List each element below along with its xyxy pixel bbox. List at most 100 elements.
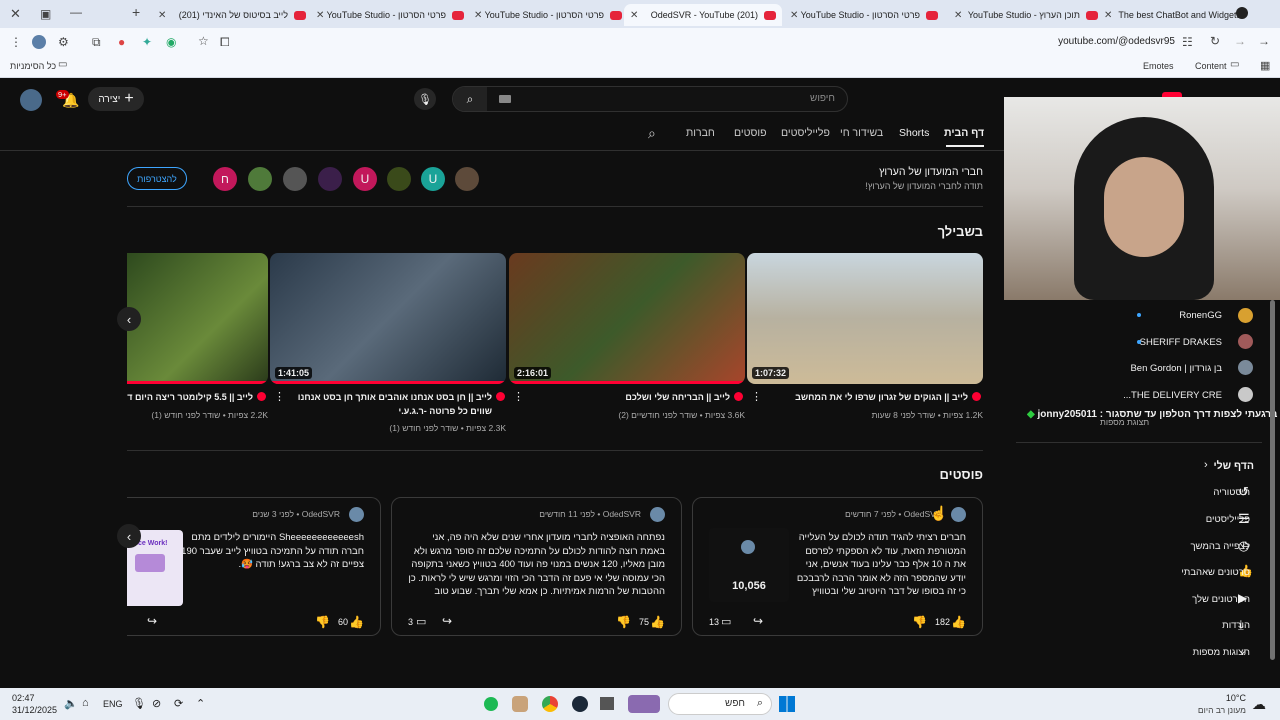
close-tab-icon[interactable]: ✕ [316,10,324,21]
author-avatar[interactable] [349,507,364,522]
windows-start-icon[interactable] [779,696,795,712]
video-thumbnail[interactable]: 2:16:01 [509,253,745,384]
keyboard-icon[interactable] [499,95,511,103]
dislike-icon[interactable]: 👎 [616,615,631,629]
spotify-icon[interactable] [484,697,498,711]
tab-memberships[interactable]: חברות [686,127,715,139]
comment-icon[interactable]: ▭ [721,615,731,628]
comment-icon[interactable]: ▭ [416,615,426,628]
tab-5[interactable]: תוכן הערוץ - YouTube Studio ✕ [952,4,1098,26]
sidebar-item-watch-later[interactable]: לצפייה בהמשך [1190,541,1250,552]
video-thumbnail[interactable]: 1:41:05 [270,253,506,384]
site-settings-icon[interactable]: ☷ [1182,35,1193,49]
tab-3-active[interactable]: (201) OdedSVR - YouTube ✕ [624,4,782,26]
tab-live[interactable]: בשידור חי [840,127,883,139]
sidebar-item-downloads[interactable]: הורדות [1222,620,1250,631]
chrome-icon[interactable] [542,696,558,712]
channel-name[interactable]: RonenGG [1179,310,1222,321]
tab-1[interactable]: פרטי הסרטון - YouTube Studio ✕ [314,4,464,26]
video-title[interactable]: לייב || 5.5 קילומטר ריצה היום דחדו [127,390,253,404]
speaker-icon[interactable]: 🔈 [64,697,78,710]
back-icon[interactable]: → [1258,34,1270,48]
chevron-up-icon[interactable]: ⌃ [196,697,205,710]
like-icon[interactable]: 👍 [349,615,364,629]
all-bookmarks[interactable]: כל הסימניות [10,61,56,71]
member-avatar[interactable] [248,167,272,191]
post-image[interactable]: 10,056 [709,528,789,602]
weather-temp[interactable]: 10°C [1196,693,1246,703]
dislike-icon[interactable]: 👎 [315,615,330,629]
more-menu-icon[interactable]: ⋮ [751,390,762,403]
sidebar-item-history[interactable]: היסטוריה [1213,487,1250,498]
tab-4[interactable]: פרטי הסרטון - YouTube Studio ✕ [788,4,938,26]
tab-search-icon[interactable]: ▣ [40,7,51,21]
post-card[interactable]: OdedSVR • לפני 11 חודשים נפתחה האופציה ל… [391,497,682,636]
forward-icon[interactable]: → [1234,34,1246,48]
app-icon[interactable] [512,696,528,712]
account-avatar[interactable] [20,89,42,111]
tab-2[interactable]: פרטי הסרטון - YouTube Studio ✕ [472,4,622,26]
create-button[interactable]: יצירה + [88,87,144,111]
tab-playlists[interactable]: פלייליסטים [781,127,830,139]
profile-avatar[interactable] [32,35,46,49]
minimize-icon[interactable]: — [70,5,82,19]
post-author[interactable]: OdedSVR • לפני 7 חודשים [845,509,942,519]
close-tab-icon[interactable]: ✕ [630,10,638,21]
puzzle-icon[interactable]: ⧉ [92,35,101,50]
author-avatar[interactable] [650,507,665,522]
steam-icon[interactable] [572,696,588,712]
bookmark-emotes[interactable]: Emotes [1143,61,1174,71]
taskbar-date[interactable]: 31/12/2025 [12,705,57,715]
language-indicator[interactable]: ENG [103,699,123,709]
sidebar-item-liked[interactable]: סרטונים שאהבתי [1181,567,1250,578]
channel-name[interactable]: בן גורדון | Ben Gordon [1130,363,1222,374]
sidebar-item-your-videos[interactable]: הסרטונים שלך [1192,594,1250,605]
bookmark-content[interactable]: Content [1195,61,1227,71]
channel-avatar[interactable] [1238,360,1253,375]
like-icon[interactable]: 👍 [650,615,665,629]
mic-tray-icon[interactable]: 🎙 [132,697,146,710]
weather-desc[interactable]: מעונן רב היום [1186,705,1246,715]
extension4-icon[interactable]: ◉ [166,35,176,49]
close-tab-icon[interactable]: ✕ [790,10,798,21]
app-icon[interactable] [600,697,614,710]
member-avatar[interactable]: ח [213,167,237,191]
taskbar-time[interactable]: 02:47 [12,693,35,703]
close-tab-icon[interactable]: ✕ [954,10,962,21]
tab-0[interactable]: לייב בסיטוס של האינדי (201) ✕ [156,4,306,26]
close-tab-icon[interactable]: ✕ [158,10,166,21]
apps-grid-icon[interactable]: ▦ [1260,59,1270,72]
share-icon[interactable]: ↪ [753,614,763,628]
tab-shorts[interactable]: Shorts [899,127,929,139]
app-icon[interactable] [628,695,660,713]
channel-avatar[interactable] [1238,308,1253,323]
video-thumbnail[interactable]: 1:07:32 [747,253,983,384]
tray-icon[interactable]: ⟳ [174,697,183,710]
member-avatar[interactable] [387,167,411,191]
member-avatar[interactable]: U [353,167,377,191]
close-tab-icon[interactable]: ✕ [1104,10,1112,21]
video-title[interactable]: לייב || הגוקים של זגרון שרפו לי את המחשב [760,390,968,404]
carousel-prev-icon[interactable]: ‹ [117,524,141,548]
post-author[interactable]: OdedSVR • לפני 3 שנים [252,509,340,519]
tray-icon[interactable]: ⊘ [152,697,161,710]
post-card[interactable]: OdedSVR • לפני 3 שנים Sheeeeeeeeeeeesh ה… [127,497,381,636]
bookmark-star-icon[interactable]: ☆ [198,34,209,48]
channel-name[interactable]: SHERIFF DRAKES [1140,337,1222,348]
search-icon[interactable]: ⌕ [453,87,487,111]
sidebar-item-playlists[interactable]: פלייליסטים [1206,514,1250,525]
extension-icon[interactable]: ⚙ [58,35,69,49]
video-title[interactable]: לייב || חן בסט אנחנו אוהבים אותך חן בסט … [282,390,492,418]
close-window-icon[interactable]: ✕ [10,6,21,22]
channel-search-icon[interactable]: ⌕ [648,125,656,142]
carousel-prev-icon[interactable]: ‹ [117,307,141,331]
join-button[interactable]: להצטרפות [127,167,187,190]
weather-icon[interactable]: ☁ [1252,696,1266,713]
tab-posts[interactable]: פוסטים [734,127,767,139]
share-icon[interactable]: ↪ [442,614,452,628]
tab-home[interactable]: דף הבית [944,127,984,139]
more-menu-icon[interactable]: ⋮ [513,390,524,403]
dislike-icon[interactable]: 👎 [912,615,927,629]
like-icon[interactable]: 👍 [951,615,966,629]
member-avatar[interactable] [283,167,307,191]
